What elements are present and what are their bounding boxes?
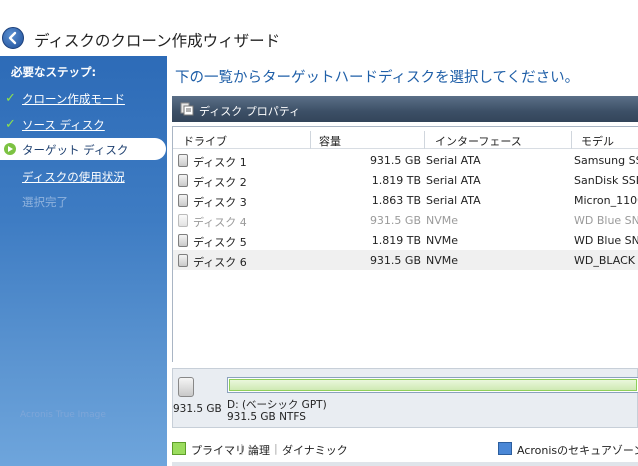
column-header-model[interactable]: モデル xyxy=(581,133,614,149)
disk-layout-panel: 931.5 GB D: (ベーシック GPT) 931.5 GB NTFS xyxy=(172,368,638,428)
disk-interface: NVMe xyxy=(426,214,459,227)
disk-table: ドライブ 容量 インターフェース モデル ディスク 1 931.5 GB Ser… xyxy=(172,126,638,362)
step-clone-mode[interactable]: ✓ クローン作成モード xyxy=(0,87,167,109)
disk-properties-label: ディスク プロパティ xyxy=(199,105,301,118)
partition-fill xyxy=(229,379,637,391)
check-icon: ✓ xyxy=(5,91,16,106)
partition-info: 931.5 GB NTFS xyxy=(227,411,306,423)
current-step-arrow-icon xyxy=(4,143,16,155)
disk-model: Micron_1100 xyxy=(574,194,638,207)
disk-name: ディスク 3 xyxy=(193,196,247,209)
wizard-title: ディスクのクローン作成ウィザード xyxy=(34,32,281,50)
disk-capacity: 931.5 GB xyxy=(369,154,421,167)
disk-name: ディスク 6 xyxy=(193,256,247,269)
legend-dynamic: ダイナミック xyxy=(282,444,348,457)
step-label: ソース ディスク xyxy=(22,118,105,132)
column-divider[interactable] xyxy=(310,131,311,149)
properties-icon xyxy=(180,102,194,116)
hard-disk-icon xyxy=(178,254,188,267)
disk-row[interactable]: ディスク 3 1.863 TB Serial ATA Micron_1100 xyxy=(173,190,638,210)
step-label: 選択完了 xyxy=(22,195,68,209)
disk-interface: NVMe xyxy=(426,234,459,247)
disk-interface: Serial ATA xyxy=(426,154,481,167)
legend-logical: 論理 xyxy=(248,444,270,457)
disk-capacity: 1.863 TB xyxy=(371,194,421,207)
hard-disk-icon xyxy=(178,234,188,247)
partition-name: D: (ベーシック GPT) xyxy=(227,399,327,411)
legend-primary: プライマリ xyxy=(191,444,246,457)
hard-disk-icon xyxy=(178,214,188,227)
disk-model: Samsung SSD xyxy=(574,154,638,167)
step-disk-usage[interactable]: ディスクの使用状況 xyxy=(0,165,167,187)
disk-total-size: 931.5 GB xyxy=(173,403,222,415)
panel-bottom-edge xyxy=(172,462,638,466)
hard-disk-icon xyxy=(178,194,188,207)
disk-interface: Serial ATA xyxy=(426,174,481,187)
disk-capacity: 1.819 TB xyxy=(371,234,421,247)
disk-row[interactable]: ディスク 1 931.5 GB Serial ATA Samsung SSD xyxy=(173,150,638,170)
hard-disk-icon xyxy=(178,174,188,187)
step-finish: 選択完了 xyxy=(0,190,167,212)
disk-row[interactable]: ディスク 5 1.819 TB NVMe WD Blue SN5 xyxy=(173,230,638,250)
column-divider[interactable] xyxy=(571,131,572,149)
step-label: クローン作成モード xyxy=(22,92,125,106)
legend-separator: | xyxy=(274,442,278,455)
disk-name: ディスク 4 xyxy=(193,216,247,229)
legend-separator: | xyxy=(240,442,244,455)
column-header-capacity[interactable]: 容量 xyxy=(319,133,341,149)
wizard-header: ディスクのクローン作成ウィザード xyxy=(0,0,638,56)
disk-row-selected[interactable]: ディスク 6 931.5 GB NVMe WD_BLACK S xyxy=(173,250,638,270)
secure-zone-swatch xyxy=(498,442,512,455)
arrow-left-icon xyxy=(8,31,17,45)
column-header-interface[interactable]: インターフェース xyxy=(435,133,522,149)
primary-swatch xyxy=(172,442,186,455)
partition-legend: プライマリ | 論理 | ダイナミック Acronisのセキュアゾーン xyxy=(172,440,638,458)
step-label: ディスクの使用状況 xyxy=(22,170,125,184)
disk-row[interactable]: ディスク 2 1.819 TB Serial ATA SanDisk SSD xyxy=(173,170,638,190)
disk-model: WD Blue SN5 xyxy=(574,234,638,247)
disk-name: ディスク 2 xyxy=(193,176,247,189)
column-header-drive[interactable]: ドライブ xyxy=(183,133,227,149)
step-target-disk[interactable]: ターゲット ディスク xyxy=(0,138,166,160)
disk-capacity: 931.5 GB xyxy=(369,254,421,267)
disk-model: SanDisk SSD xyxy=(574,174,638,187)
disk-name: ディスク 1 xyxy=(193,156,247,169)
disk-capacity: 1.819 TB xyxy=(371,174,421,187)
disk-name: ディスク 5 xyxy=(193,236,247,249)
disk-interface: NVMe xyxy=(426,254,459,267)
hard-disk-icon xyxy=(178,377,194,397)
disk-properties-button[interactable]: ディスク プロパティ xyxy=(172,96,638,122)
brand-watermark: Acronis True Image xyxy=(20,410,106,420)
steps-sidebar: 必要なステップ: ✓ クローン作成モード ✓ ソース ディスク ターゲット ディ… xyxy=(0,56,167,466)
disk-interface: Serial ATA xyxy=(426,194,481,207)
check-icon: ✓ xyxy=(5,117,16,132)
disk-model: WD_BLACK S xyxy=(574,254,638,267)
legend-secure-zone: Acronisのセキュアゾーン xyxy=(517,444,638,457)
back-button[interactable] xyxy=(2,27,24,49)
steps-heading: 必要なステップ: xyxy=(11,65,97,79)
partition-bar[interactable] xyxy=(227,377,638,393)
disk-model: WD Blue SN5 xyxy=(574,214,638,227)
step-source-disk[interactable]: ✓ ソース ディスク xyxy=(0,113,167,135)
disk-row: ディスク 4 931.5 GB NVMe WD Blue SN5 xyxy=(173,210,638,230)
column-divider[interactable] xyxy=(424,131,425,149)
table-header: ドライブ 容量 インターフェース モデル xyxy=(173,131,638,149)
wizard-window: ディスクのクローン作成ウィザード 必要なステップ: ✓ クローン作成モード ✓ … xyxy=(0,0,638,466)
hard-disk-icon xyxy=(178,154,188,167)
instruction-text: 下の一覧からターゲットハードディスクを選択してください。 xyxy=(175,70,580,86)
step-label: ターゲット ディスク xyxy=(22,143,129,157)
disk-capacity: 931.5 GB xyxy=(369,214,421,227)
